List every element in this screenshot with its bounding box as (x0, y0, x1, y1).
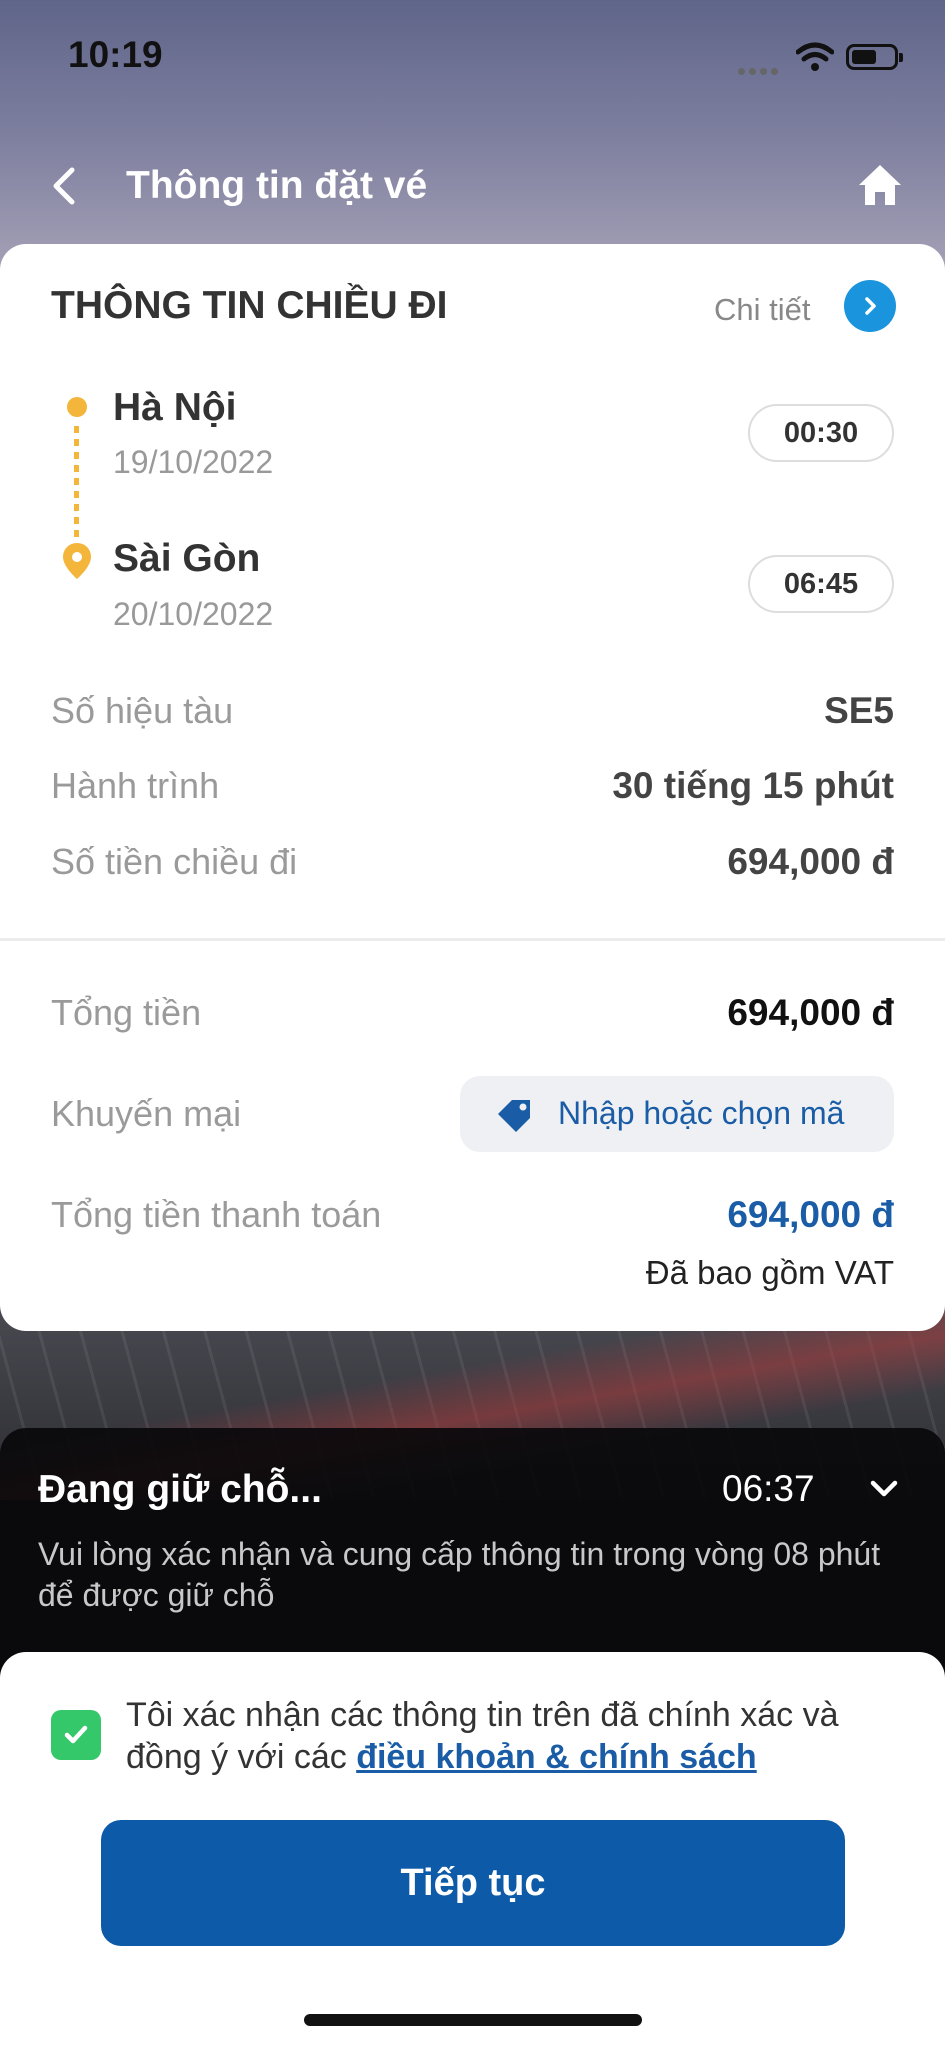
battery-icon (846, 44, 903, 70)
promo-code-button[interactable]: Nhập hoặc chọn mã (460, 1076, 894, 1152)
hold-timer: 06:37 (722, 1468, 815, 1509)
train-number-value: SE5 (824, 690, 894, 731)
check-icon (64, 1725, 88, 1744)
status-bar: 10:19 (0, 0, 945, 120)
seat-hold-panel: Đang giữ chỗ... 06:37 Vui lòng xác nhận … (0, 1428, 945, 1688)
journey-duration: 30 tiếng 15 phút (612, 765, 894, 806)
destination-station: Sài Gòn (113, 537, 261, 580)
tag-icon (498, 1100, 530, 1132)
total-label: Tổng tiền (51, 992, 202, 1033)
departure-time-badge: 00:30 (748, 404, 894, 462)
destination-date: 20/10/2022 (113, 596, 274, 632)
nav-bar: Thông tin đặt vé (0, 140, 945, 230)
divider (0, 938, 945, 941)
status-time: 10:19 (68, 34, 163, 75)
confirm-text: Tôi xác nhận các thông tin trên đã chính… (126, 1694, 906, 1778)
promo-label: Khuyến mại (51, 1093, 242, 1134)
chevron-right-icon[interactable] (844, 280, 896, 332)
home-icon[interactable] (856, 162, 904, 208)
location-pin-icon (63, 543, 91, 579)
journey-label: Hành trình (51, 765, 220, 806)
wifi-icon (796, 42, 834, 71)
hold-message: Vui lòng xác nhận và cung cấp thông tin … (38, 1536, 881, 1613)
origin-date: 19/10/2022 (113, 444, 274, 480)
origin-station: Hà Nội (113, 386, 237, 429)
payment-total-value: 694,000 đ (727, 1194, 894, 1235)
train-number-label: Số hiệu tàu (51, 690, 234, 731)
vat-note: Đã bao gồm VAT (645, 1254, 894, 1291)
total-value: 694,000 đ (727, 992, 894, 1033)
section-title: THÔNG TIN CHIỀU ĐI (51, 284, 448, 327)
confirm-checkbox[interactable] (51, 1710, 101, 1760)
confirm-sheet: Tôi xác nhận các thông tin trên đã chính… (0, 1652, 945, 2048)
outbound-price-value: 694,000 đ (727, 841, 894, 882)
detail-label: Chi tiết (714, 292, 811, 327)
back-arrow-icon[interactable] (44, 162, 84, 210)
payment-total-label: Tổng tiền thanh toán (51, 1194, 382, 1235)
outbound-price-label: Số tiền chiều đi (51, 841, 298, 882)
terms-link[interactable]: điều khoản & chính sách (356, 1738, 757, 1776)
hold-title: Đang giữ chỗ... (38, 1468, 322, 1511)
booking-info-card: THÔNG TIN CHIỀU ĐI Chi tiết Hà Nội 19/10… (0, 244, 945, 1331)
page-title: Thông tin đặt vé (126, 164, 428, 207)
route-line (74, 426, 79, 541)
arrival-time-badge: 06:45 (748, 555, 894, 613)
signal-icon (738, 62, 782, 75)
home-indicator (304, 2014, 642, 2026)
chevron-down-icon[interactable] (866, 1474, 902, 1504)
continue-button[interactable]: Tiếp tục (101, 1820, 845, 1946)
promo-code-label: Nhập hoặc chọn mã (558, 1095, 845, 1131)
origin-dot-icon (67, 397, 87, 417)
